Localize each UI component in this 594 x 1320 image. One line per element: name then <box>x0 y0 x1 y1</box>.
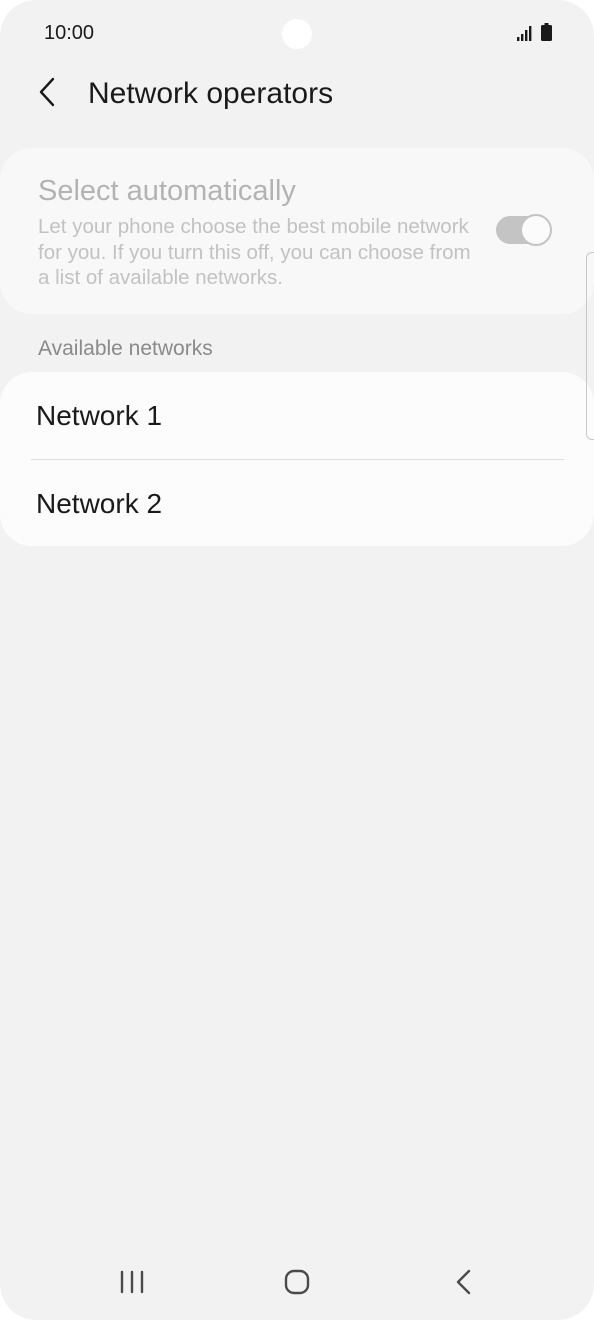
battery-icon <box>541 23 552 41</box>
back-icon <box>455 1269 473 1300</box>
select-automatically-title: Select automatically <box>38 175 296 207</box>
select-automatically-toggle[interactable] <box>496 214 552 246</box>
chevron-left-icon <box>37 77 59 112</box>
navigation-bar <box>0 1254 594 1314</box>
available-networks-header: Available networks <box>38 337 213 360</box>
status-time: 10:00 <box>44 22 95 44</box>
back-button[interactable] <box>28 74 68 114</box>
scrollbar[interactable] <box>586 252 594 440</box>
status-bar: 10:00 <box>0 0 594 66</box>
network-item-label: Network 2 <box>36 488 163 519</box>
signal-strength-icon <box>517 25 535 41</box>
recents-button[interactable] <box>108 1266 156 1302</box>
network-item-2[interactable]: Network 2 <box>0 460 594 546</box>
phone-screen: 10:00 Network operators Select automatic… <box>0 0 594 1320</box>
app-header: Network operators <box>0 66 594 122</box>
page-title: Network operators <box>88 77 334 110</box>
network-item-label: Network 1 <box>36 400 163 431</box>
network-item-1[interactable]: Network 1 <box>0 372 594 458</box>
status-icons <box>517 23 552 41</box>
toggle-thumb <box>520 214 552 246</box>
home-icon <box>283 1268 311 1301</box>
front-camera-cutout <box>282 19 312 49</box>
network-list: Network 1 Network 2 <box>0 372 594 546</box>
home-button[interactable] <box>273 1266 321 1302</box>
select-automatically-description: Let your phone choose the best mobile ne… <box>38 215 471 289</box>
nav-back-button[interactable] <box>440 1266 488 1302</box>
select-automatically-row[interactable]: Select automatically Let your phone choo… <box>0 148 594 314</box>
recents-icon <box>119 1270 145 1299</box>
